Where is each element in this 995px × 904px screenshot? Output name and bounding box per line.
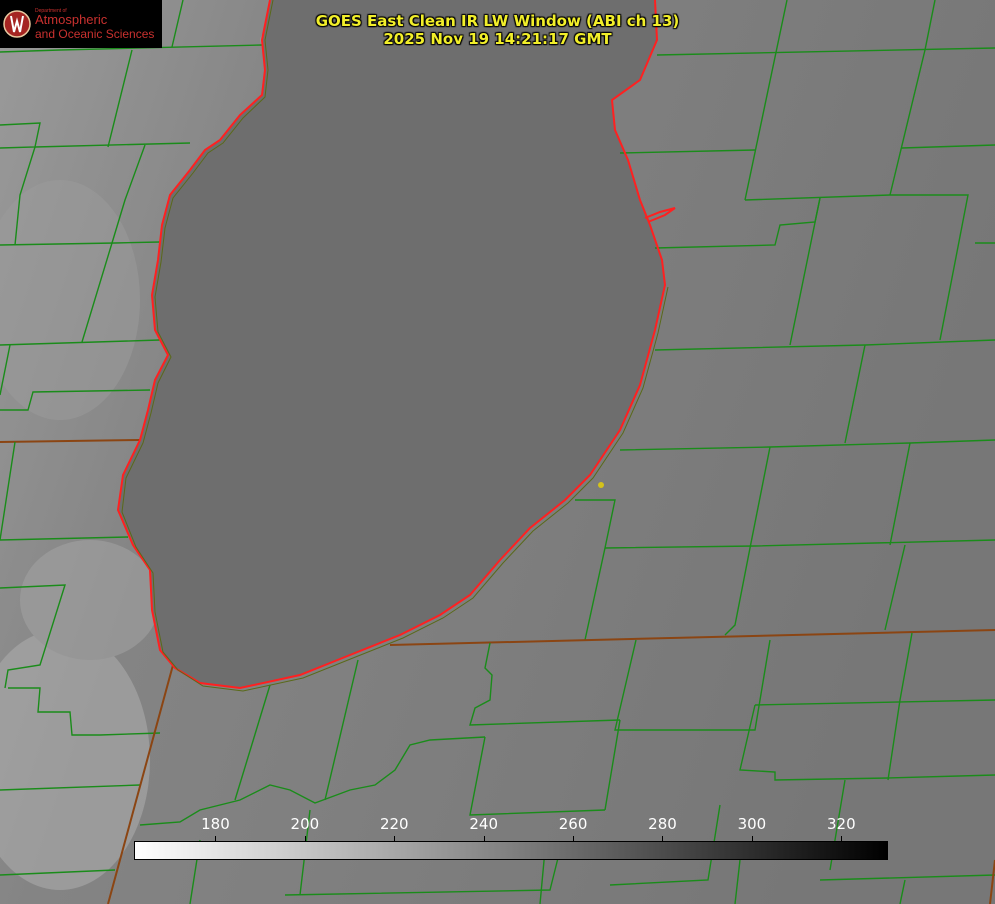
colorbar-tick-label: 200 xyxy=(290,815,320,833)
colorbar-tick-mark xyxy=(751,836,753,842)
temperature-colorbar xyxy=(134,841,888,860)
colorbar-tick-mark xyxy=(573,836,575,842)
colorbar-tick-label: 320 xyxy=(826,815,856,833)
colorbar-tick-label: 280 xyxy=(648,815,677,833)
colorbar-tick-mark xyxy=(662,836,664,842)
colorbar-tick-label: 180 xyxy=(201,815,230,833)
colorbar-tick-label: 300 xyxy=(737,815,767,833)
colorbar-tick-mark xyxy=(304,836,306,842)
location-marker xyxy=(598,482,604,488)
colorbar-tick-mark xyxy=(394,836,396,842)
colorbar-tick-label: 260 xyxy=(558,815,588,833)
satellite-map xyxy=(0,0,995,904)
image-timestamp: 2025 Nov 19 14:21:17 GMT xyxy=(383,30,612,48)
colorbar-tick-mark xyxy=(841,836,843,842)
colorbar-tick-label: 220 xyxy=(379,815,409,833)
colorbar-tick-label: 240 xyxy=(469,815,498,833)
image-title: GOES East Clean IR LW Window (ABI ch 13) xyxy=(315,12,680,30)
colorbar-tick-mark xyxy=(215,836,217,842)
colorbar-tick-mark xyxy=(483,836,485,842)
satellite-viewer: Department of Atmospheric and Oceanic Sc… xyxy=(0,0,995,904)
